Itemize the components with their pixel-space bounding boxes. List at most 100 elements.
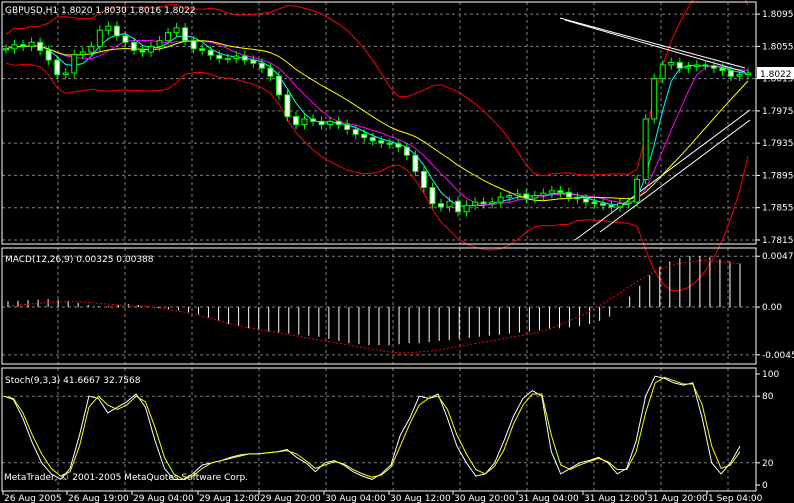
candle-body (284, 94, 291, 118)
time-label: 29 Aug 20:00 (260, 494, 321, 503)
candle-body (455, 200, 462, 213)
candle-body (344, 124, 351, 130)
time-label: 31 Aug 04:00 (518, 494, 579, 503)
stoch-signal-line (3, 376, 741, 480)
macd-signal-line (7, 259, 741, 354)
candle-body (190, 40, 197, 50)
price-tick-label: 1.8055 (762, 42, 794, 52)
time-label: 30 Aug 12:00 (390, 494, 451, 503)
candle-body (165, 32, 172, 42)
candle-body (745, 72, 751, 76)
candle-body (28, 41, 35, 47)
candle-body (216, 54, 223, 59)
stoch-lines (3, 375, 741, 481)
candle-body (267, 67, 274, 77)
price-pane[interactable]: GBPUSD,H1 1.8020 1.8030 1.8016 1.8022 (3, 0, 751, 292)
candle-body (480, 201, 487, 205)
candle-body (540, 192, 547, 197)
candle-body (489, 201, 496, 205)
candle-body (472, 201, 479, 206)
candle-body (122, 35, 129, 43)
candle-body (651, 78, 658, 120)
candle-body (11, 44, 18, 50)
stoch-tick-label: 20 (762, 459, 774, 469)
bollinger-bands (5, 0, 749, 292)
candle-body (736, 74, 743, 77)
candle-body (600, 203, 607, 206)
macd-tick-label: 0.00 (762, 303, 782, 313)
candle-body (574, 196, 581, 200)
candle-body (258, 62, 265, 69)
candle-body (79, 51, 86, 55)
candle-body (497, 196, 504, 203)
candle-body (523, 193, 530, 199)
price-tick-label: 1.7855 (762, 204, 794, 214)
candle-body (250, 59, 257, 64)
candle-body (395, 143, 402, 148)
macd-tick-label: -0.0045 (762, 351, 794, 361)
candle-body (292, 116, 299, 126)
candle-body (199, 48, 206, 51)
candle-body (139, 49, 146, 53)
candle-body (361, 133, 368, 139)
candle-body (719, 67, 726, 72)
candle-body (71, 53, 78, 74)
candle-body (531, 195, 538, 199)
pane-frames (1, 1, 757, 492)
candle-body (233, 55, 240, 59)
candle-body (642, 118, 649, 180)
candle-body (514, 193, 521, 197)
y-axis-labels: 1.80951.80551.80151.79751.79351.78951.78… (756, 10, 794, 491)
stoch-tick-label: 80 (762, 392, 774, 402)
candle-body (608, 204, 615, 208)
candle-body (88, 45, 95, 53)
time-label: 1 Sep 04:00 (708, 494, 763, 503)
time-label: 30 Aug 20:00 (454, 494, 515, 503)
candle-body (557, 190, 564, 193)
candle-body (20, 44, 27, 47)
candle-body (45, 49, 52, 61)
candle-body (591, 201, 598, 205)
candle-body (617, 203, 624, 208)
macd-pane[interactable]: MACD(12,26,9) 0.00325 0.00388 (5, 255, 741, 354)
candle-body (147, 45, 154, 53)
candle-body (96, 29, 103, 47)
candle-body (54, 59, 61, 76)
time-label: 31 Aug 20:00 (647, 494, 708, 503)
candle-body (702, 64, 709, 67)
candle-body (634, 178, 641, 203)
candle-body (352, 128, 359, 135)
macd-histogram (7, 256, 741, 346)
candle-body (173, 27, 180, 34)
candle-body (685, 66, 692, 69)
candle-body (182, 27, 189, 42)
price-tick-label: 1.7895 (762, 171, 794, 181)
candle-body (207, 49, 214, 56)
price-tick-label: 1.7975 (762, 107, 794, 117)
candle-body (301, 118, 308, 126)
candle-body (130, 41, 137, 51)
time-label: 29 Aug 12:00 (199, 494, 260, 503)
candle-body (3, 48, 9, 51)
stoch-tick-label: 0 (762, 481, 768, 491)
candle-body (676, 62, 683, 69)
trendlines (559, 17, 751, 241)
candle-body (420, 170, 427, 189)
trendline-upper (559, 17, 746, 69)
copyright-text: MetaTrader, © 2001-2005 MetaQuotes Softw… (4, 473, 248, 483)
stoch-pane[interactable]: Stoch(9,3,3) 41.6667 32.7568 MetaTrader,… (3, 375, 741, 483)
candle-body (710, 65, 717, 69)
candle-body (693, 64, 700, 68)
stoch-pane-title: Stoch(9,3,3) 41.6667 32.7568 (5, 376, 141, 386)
time-label: 26 Aug 2005 (4, 494, 62, 503)
macd-signal (7, 259, 741, 354)
time-label: 29 Aug 04:00 (133, 494, 194, 503)
candle-body (318, 120, 325, 126)
macd-tick-label: 0.00479 (762, 252, 794, 262)
candle-body (429, 187, 436, 205)
candle-body (37, 41, 44, 51)
candle-body (506, 195, 513, 198)
candle-body (659, 64, 666, 80)
macd-pane-title: MACD(12,26,9) 0.00325 0.00388 (5, 255, 154, 265)
price-tick-label: 1.8095 (762, 10, 794, 20)
